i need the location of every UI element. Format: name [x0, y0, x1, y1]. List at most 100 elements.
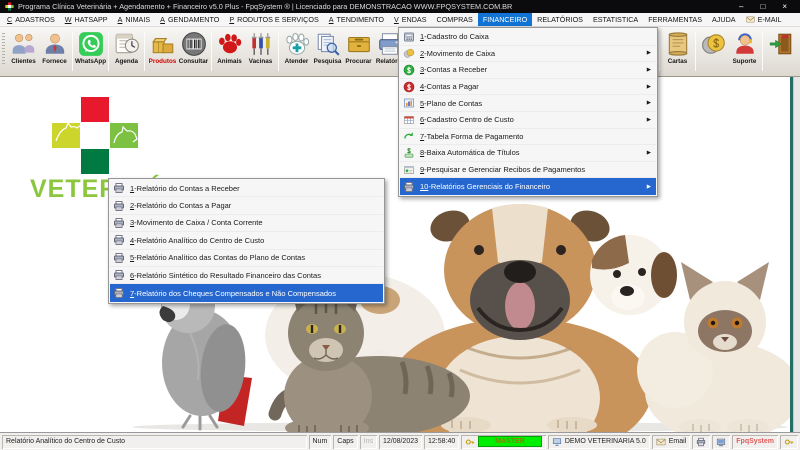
financeiro-menu-item-8-baixa-automatica-de-titulos[interactable]: 8-Baixa Automática de Títulos ▶: [400, 145, 656, 162]
financeiro-menu-item-2-movimento-de-caixa[interactable]: 2-Movimento de Caixa ▶: [400, 46, 656, 63]
coins-small-icon: [403, 47, 415, 59]
menubar-item-agendamento[interactable]: A GENDAMENTO: [155, 13, 224, 26]
window-controls: – □ ×: [739, 2, 795, 11]
toolbar-button-label: Vacinas: [248, 58, 273, 65]
whatsapp-icon: [78, 31, 104, 57]
status-bar: Relatório Analítico do Centro de Custo Nu…: [0, 432, 800, 450]
menu-item-label: 5-Relatório Analítico das Contas do Plan…: [130, 253, 305, 262]
submenu-arrow-icon: ▶: [646, 66, 651, 73]
menubar-item-relatorios[interactable]: RELATÓRIOS: [532, 13, 588, 26]
window-title: Programa Clínica Veterinária + Agendamen…: [18, 2, 513, 11]
receivable-icon: [403, 64, 415, 76]
submenu-arrow-icon: ▶: [646, 149, 651, 156]
cost-center-icon: [403, 114, 415, 126]
menu-item-label: 3-Movimento de Caixa / Conta Corrente: [130, 218, 263, 227]
reports-submenu-item-4-relatorio-analitico-do-centro-de-custo[interactable]: 4-Relatório Analítico do Centro de Custo: [110, 232, 383, 250]
submenu-arrow-icon: ▶: [646, 50, 651, 57]
toolbar-button-consultar[interactable]: Consultar: [178, 29, 209, 65]
menubar-item-ferramentas[interactable]: FERRAMENTAS: [643, 13, 707, 26]
financeiro-menu-item-6-cadastro-centro-de-custo[interactable]: 6-Cadastro Centro de Custo ▶: [400, 112, 656, 129]
menubar-item-e-mail[interactable]: E-MAIL: [741, 13, 787, 26]
reports-submenu-item-7-relatorio-dos-cheques-compensados-e-nao-compensados[interactable]: 7-Relatório dos Cheques Compensados e Nã…: [110, 284, 383, 302]
reports-submenu-item-2-relatorio-do-contas-a-pagar[interactable]: 2-Relatório do Contas a Pagar: [110, 197, 383, 215]
financeiro-menu-item-4-contas-a-pagar[interactable]: 4-Contas a Pagar ▶: [400, 79, 656, 96]
toolbar-button-label: Pesquisa: [313, 58, 342, 65]
master-label: MASTER: [495, 438, 525, 445]
toolbar-button-vacinas[interactable]: Vacinas: [245, 29, 276, 65]
vaccines-icon: [248, 31, 274, 57]
statusbar-panel-12-58-40: 12:58:40: [424, 435, 459, 449]
statusbar-panel-key-icon: [780, 435, 798, 449]
reports-submenu-item-6-relatorio-sintetico-do-resultado-financeiro-das-contas[interactable]: 6-Relatório Sintético do Resultado Finan…: [110, 267, 383, 285]
reports-submenu-item-1-relatorio-do-contas-a-receber[interactable]: 1-Relatório do Contas a Receber: [110, 180, 383, 198]
toolbar-button-procurar[interactable]: Procurar: [343, 29, 374, 65]
financeiro-menu-item-1-cadastro-do-caixa[interactable]: 1-Cadastro do Caixa: [400, 29, 656, 46]
toolbar-separator: [72, 31, 73, 71]
exit-icon: [768, 31, 794, 57]
menu-item-label: 8-Baixa Automática de Títulos: [420, 148, 520, 157]
computer-icon: [552, 437, 562, 447]
window-frame-strip: [793, 77, 800, 432]
menubar-item-financeiro[interactable]: FINANCEIRO: [477, 13, 533, 26]
toolbar-button-fornece[interactable]: Fornece: [39, 29, 70, 65]
toolbar-button-label: Suporte: [732, 58, 757, 65]
menubar-item-compras[interactable]: COMPRAS: [432, 13, 478, 26]
minimize-button[interactable]: –: [739, 2, 743, 11]
menu-item-label: 4-Relatório Analítico do Centro de Custo: [130, 236, 264, 245]
menubar-item-label: GENDAMENTO: [167, 15, 220, 24]
menubar-item-vendas[interactable]: V ENDAS: [389, 13, 432, 26]
menu-item-label: 5-Plano de Contas: [420, 99, 482, 108]
cash-register-icon: [403, 31, 415, 43]
financeiro-menu-item-5-plano-de-contas[interactable]: 5-Plano de Contas ▶: [400, 95, 656, 112]
toolbar-button-exit-icon[interactable]: [765, 29, 796, 58]
toolbar-button-label: Animais: [217, 58, 242, 65]
menubar-item-label: ENDAS: [401, 15, 427, 24]
menu-bar: C ADASTROS W HATSAPP A NIMAIS A GENDAMENTO P RODU…: [0, 13, 800, 27]
close-button[interactable]: ×: [782, 2, 787, 11]
toolbar-button-cartas[interactable]: Cartas: [662, 29, 693, 65]
toolbar-button-clientes[interactable]: Clientes: [8, 29, 39, 65]
menubar-item-hotkey: A: [160, 15, 165, 24]
toolbar-button-atender[interactable]: Atender: [281, 29, 312, 65]
menubar-item-hotkey: A: [117, 15, 123, 24]
menu-item-text: -Baixa Automática de Títulos: [424, 148, 520, 158]
master-indicator: MASTER: [478, 436, 542, 447]
toolbar-button-animais[interactable]: Animais: [214, 29, 245, 65]
email-icon: [746, 15, 755, 24]
menubar-item-estatistica[interactable]: ESTATISTICA: [588, 13, 643, 26]
toolbar-button-agenda[interactable]: Agenda: [111, 29, 142, 65]
menubar-item-whatsapp[interactable]: W HATSAPP: [60, 13, 113, 26]
financeiro-menu-item-3-contas-a-receber[interactable]: 3-Contas a Receber ▶: [400, 62, 656, 79]
payment-method-icon: [403, 130, 415, 142]
menubar-item-label: RELATÓRIOS: [537, 15, 583, 24]
financeiro-menu-item-9-pesquisar-e-gerenciar-recibos-de-pagamentos[interactable]: 9-Pesquisar e Gerenciar Recibos de Pagam…: [400, 162, 656, 179]
toolbar-separator: [659, 31, 660, 71]
reports-submenu-item-3-movimento-de-caixa-conta-corrente[interactable]: 3-Movimento de Caixa / Conta Corrente: [110, 215, 383, 233]
toolbar-button-pesquisa[interactable]: Pesquisa: [312, 29, 343, 65]
title-bar: Programa Clínica Veterinária + Agendamen…: [0, 0, 800, 13]
toolbar-button-produtos[interactable]: Produtos: [147, 29, 178, 65]
key-icon: [465, 437, 475, 447]
menubar-item-atendimento[interactable]: A TENDIMENTO: [324, 13, 389, 26]
toolbar-button-label: Produtos: [148, 58, 177, 65]
paw-icon: [217, 31, 243, 57]
maximize-button[interactable]: □: [760, 2, 765, 11]
reports-submenu-item-5-relatorio-analitico-das-contas-do-plano-de-contas[interactable]: 5-Relatório Analítico das Contas do Plan…: [110, 250, 383, 267]
menubar-item-produtos-e-servicos[interactable]: P RODUTOS E SERVIÇOS: [224, 13, 323, 26]
menubar-item-animais[interactable]: A NIMAIS: [113, 13, 156, 26]
menubar-item-label: COMPRAS: [436, 15, 473, 24]
financeiro-menu-item-7-tabela-forma-de-pagamento[interactable]: 7-Tabela Forma de Pagamento: [400, 129, 656, 146]
menubar-item-ajuda[interactable]: AJUDA: [707, 13, 741, 26]
menubar-item-cadastros[interactable]: C ADASTROS: [2, 13, 60, 26]
toolbar-button-suporte[interactable]: Suporte: [729, 29, 760, 65]
menu-item-label: 9-Pesquisar e Gerenciar Recibos de Pagam…: [420, 165, 585, 174]
statusbar-text: Relatório Analítico do Centro de Custo: [6, 438, 126, 445]
financeiro-menu-item-10-relatorios-gerenciais-do-financeiro[interactable]: 10-Relatórios Gerenciais do Financeiro ▶: [400, 178, 656, 195]
supplier-icon: [42, 31, 68, 57]
toolbar-button-coins-icon[interactable]: [698, 29, 729, 58]
statusbar-text: Email: [668, 438, 687, 445]
app-logo-icon: [5, 2, 14, 11]
statusbar-panel-email: Email: [652, 435, 691, 449]
toolbar-button-whatsapp[interactable]: WhatsApp: [75, 29, 106, 65]
statusbar-panel-printer-small-icon: [692, 435, 710, 449]
